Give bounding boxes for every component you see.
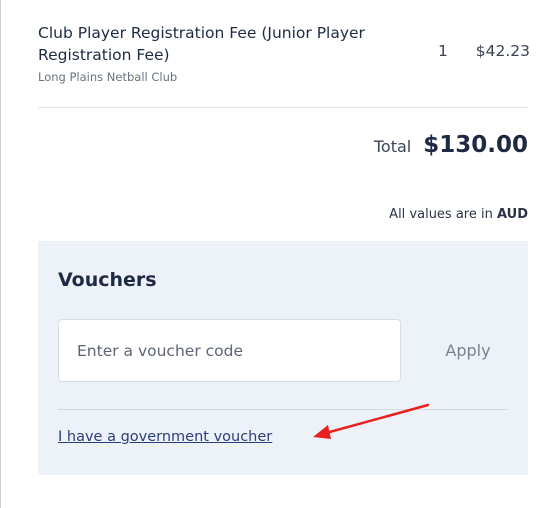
cart-line-item: Club Player Registration Fee (Junior Pla… xyxy=(38,22,530,86)
item-price: $42.23 xyxy=(475,42,530,60)
item-title: Club Player Registration Fee (Junior Pla… xyxy=(38,24,365,64)
government-voucher-link[interactable]: I have a government voucher xyxy=(58,429,272,445)
left-border xyxy=(0,0,1,508)
currency-note: All values are in AUD xyxy=(389,207,528,222)
divider xyxy=(38,107,528,108)
apply-voucher-button[interactable]: Apply xyxy=(418,319,518,382)
voucher-code-input[interactable] xyxy=(58,319,401,382)
total-row: Total $130.00 xyxy=(374,132,528,158)
panel-divider xyxy=(58,409,508,410)
item-quantity: 1 xyxy=(438,42,448,60)
voucher-panel: Vouchers Apply I have a government vouch… xyxy=(38,241,528,475)
currency-note-text: All values are in xyxy=(389,207,493,222)
total-value: $130.00 xyxy=(423,132,528,158)
currency-code: AUD xyxy=(496,207,528,222)
total-label: Total xyxy=(373,137,412,156)
item-club-name: Long Plains Netball Club xyxy=(38,70,178,84)
voucher-title: Vouchers xyxy=(58,269,157,291)
